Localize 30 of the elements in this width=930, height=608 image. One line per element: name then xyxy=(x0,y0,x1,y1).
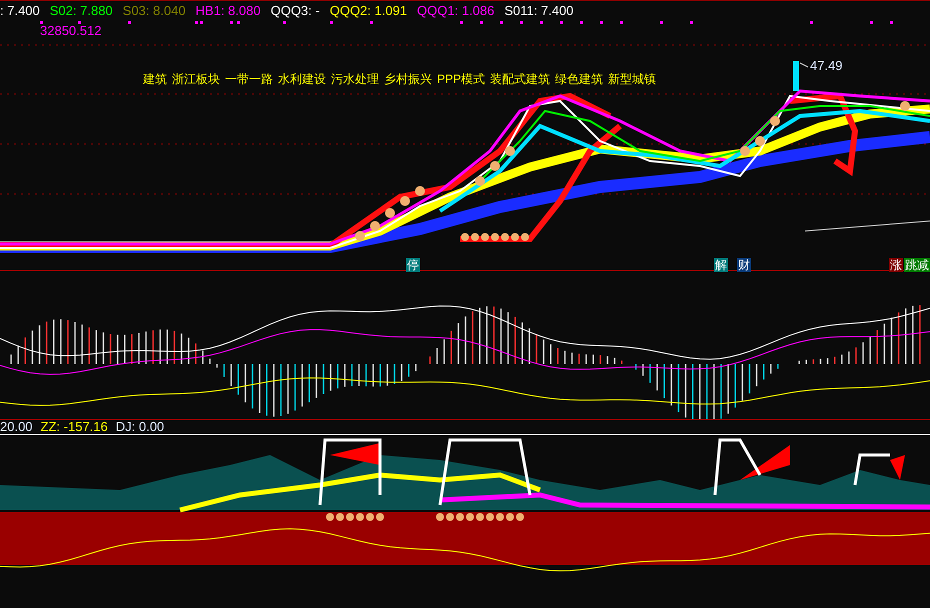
concept-tag: 新型城镇 xyxy=(608,70,656,88)
indicator-value: DJ: 0.00 xyxy=(116,418,164,436)
event-badge: 涨 xyxy=(889,258,903,272)
indicator-value: S02: 7.880 xyxy=(50,2,113,20)
indicator-value: ZZ: -157.16 xyxy=(40,418,108,436)
indicator-value: HB1: 8.080 xyxy=(196,2,261,20)
volume-value: 32850.512 xyxy=(40,23,102,38)
indicator-value: QQQ1: 1.086 xyxy=(417,2,494,20)
concept-tag: 绿色建筑 xyxy=(555,70,604,88)
indicator-value: S011: 7.400 xyxy=(504,2,574,20)
concept-tag: 浙江板块 xyxy=(172,70,220,88)
concept-tag: 一带一路 xyxy=(225,70,273,88)
concept-tag: PPP模式 xyxy=(437,70,486,88)
event-badge: 跳减 xyxy=(904,258,930,272)
indicator-value: S03: 8.040 xyxy=(122,2,186,20)
price-label: 47.49 xyxy=(810,57,843,75)
indicator-value: 20.00 xyxy=(0,418,33,436)
concept-tag: 建筑 xyxy=(143,70,167,88)
leader-line xyxy=(800,62,808,68)
indicator-value: QQQ3: - xyxy=(270,2,320,20)
candle xyxy=(793,61,799,91)
concept-tag: 乡村振兴 xyxy=(384,70,432,88)
concept-tag: 水利建设 xyxy=(278,70,326,88)
concept-tag: 污水处理 xyxy=(331,70,379,88)
indicator-value: QQQ2: 1.091 xyxy=(330,2,408,20)
concept-tag: 装配式建筑 xyxy=(490,70,550,88)
event-badge: 停 xyxy=(406,258,420,272)
event-badge: 财 xyxy=(737,258,751,272)
event-badge: 解 xyxy=(714,258,728,272)
indicator-value: : 7.400 xyxy=(0,2,40,20)
